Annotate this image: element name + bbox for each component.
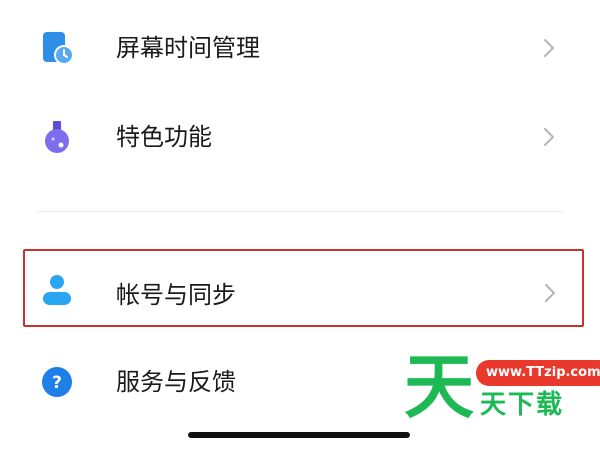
menu-item-label: 屏幕时间管理: [116, 34, 260, 62]
watermark-site: www.TTzip.com: [476, 360, 600, 386]
section-divider: [38, 211, 562, 212]
menu-item-label: 特色功能: [116, 123, 212, 151]
chevron-right-icon: [544, 39, 554, 57]
flask-icon: [45, 121, 69, 153]
watermark: 天 www.TTzip.com 天下载: [404, 346, 600, 428]
screen-time-icon: [43, 32, 74, 65]
watermark-big-char: 天: [404, 346, 474, 428]
home-indicator[interactable]: [188, 432, 410, 438]
chevron-right-icon: [544, 128, 554, 146]
watermark-text: 天下载: [480, 390, 565, 420]
menu-item-label: 帐号与同步: [116, 281, 236, 309]
menu-item-account-sync[interactable]: 帐号与同步: [23, 249, 584, 327]
person-icon: [43, 275, 71, 305]
question-icon: ?: [42, 367, 72, 397]
menu-item-screen-time[interactable]: 屏幕时间管理: [0, 4, 600, 92]
chevron-right-icon: [545, 284, 555, 302]
menu-item-label: 服务与反馈: [116, 368, 236, 396]
svg-text:?: ?: [52, 373, 62, 393]
menu-item-features[interactable]: 特色功能: [0, 93, 600, 181]
